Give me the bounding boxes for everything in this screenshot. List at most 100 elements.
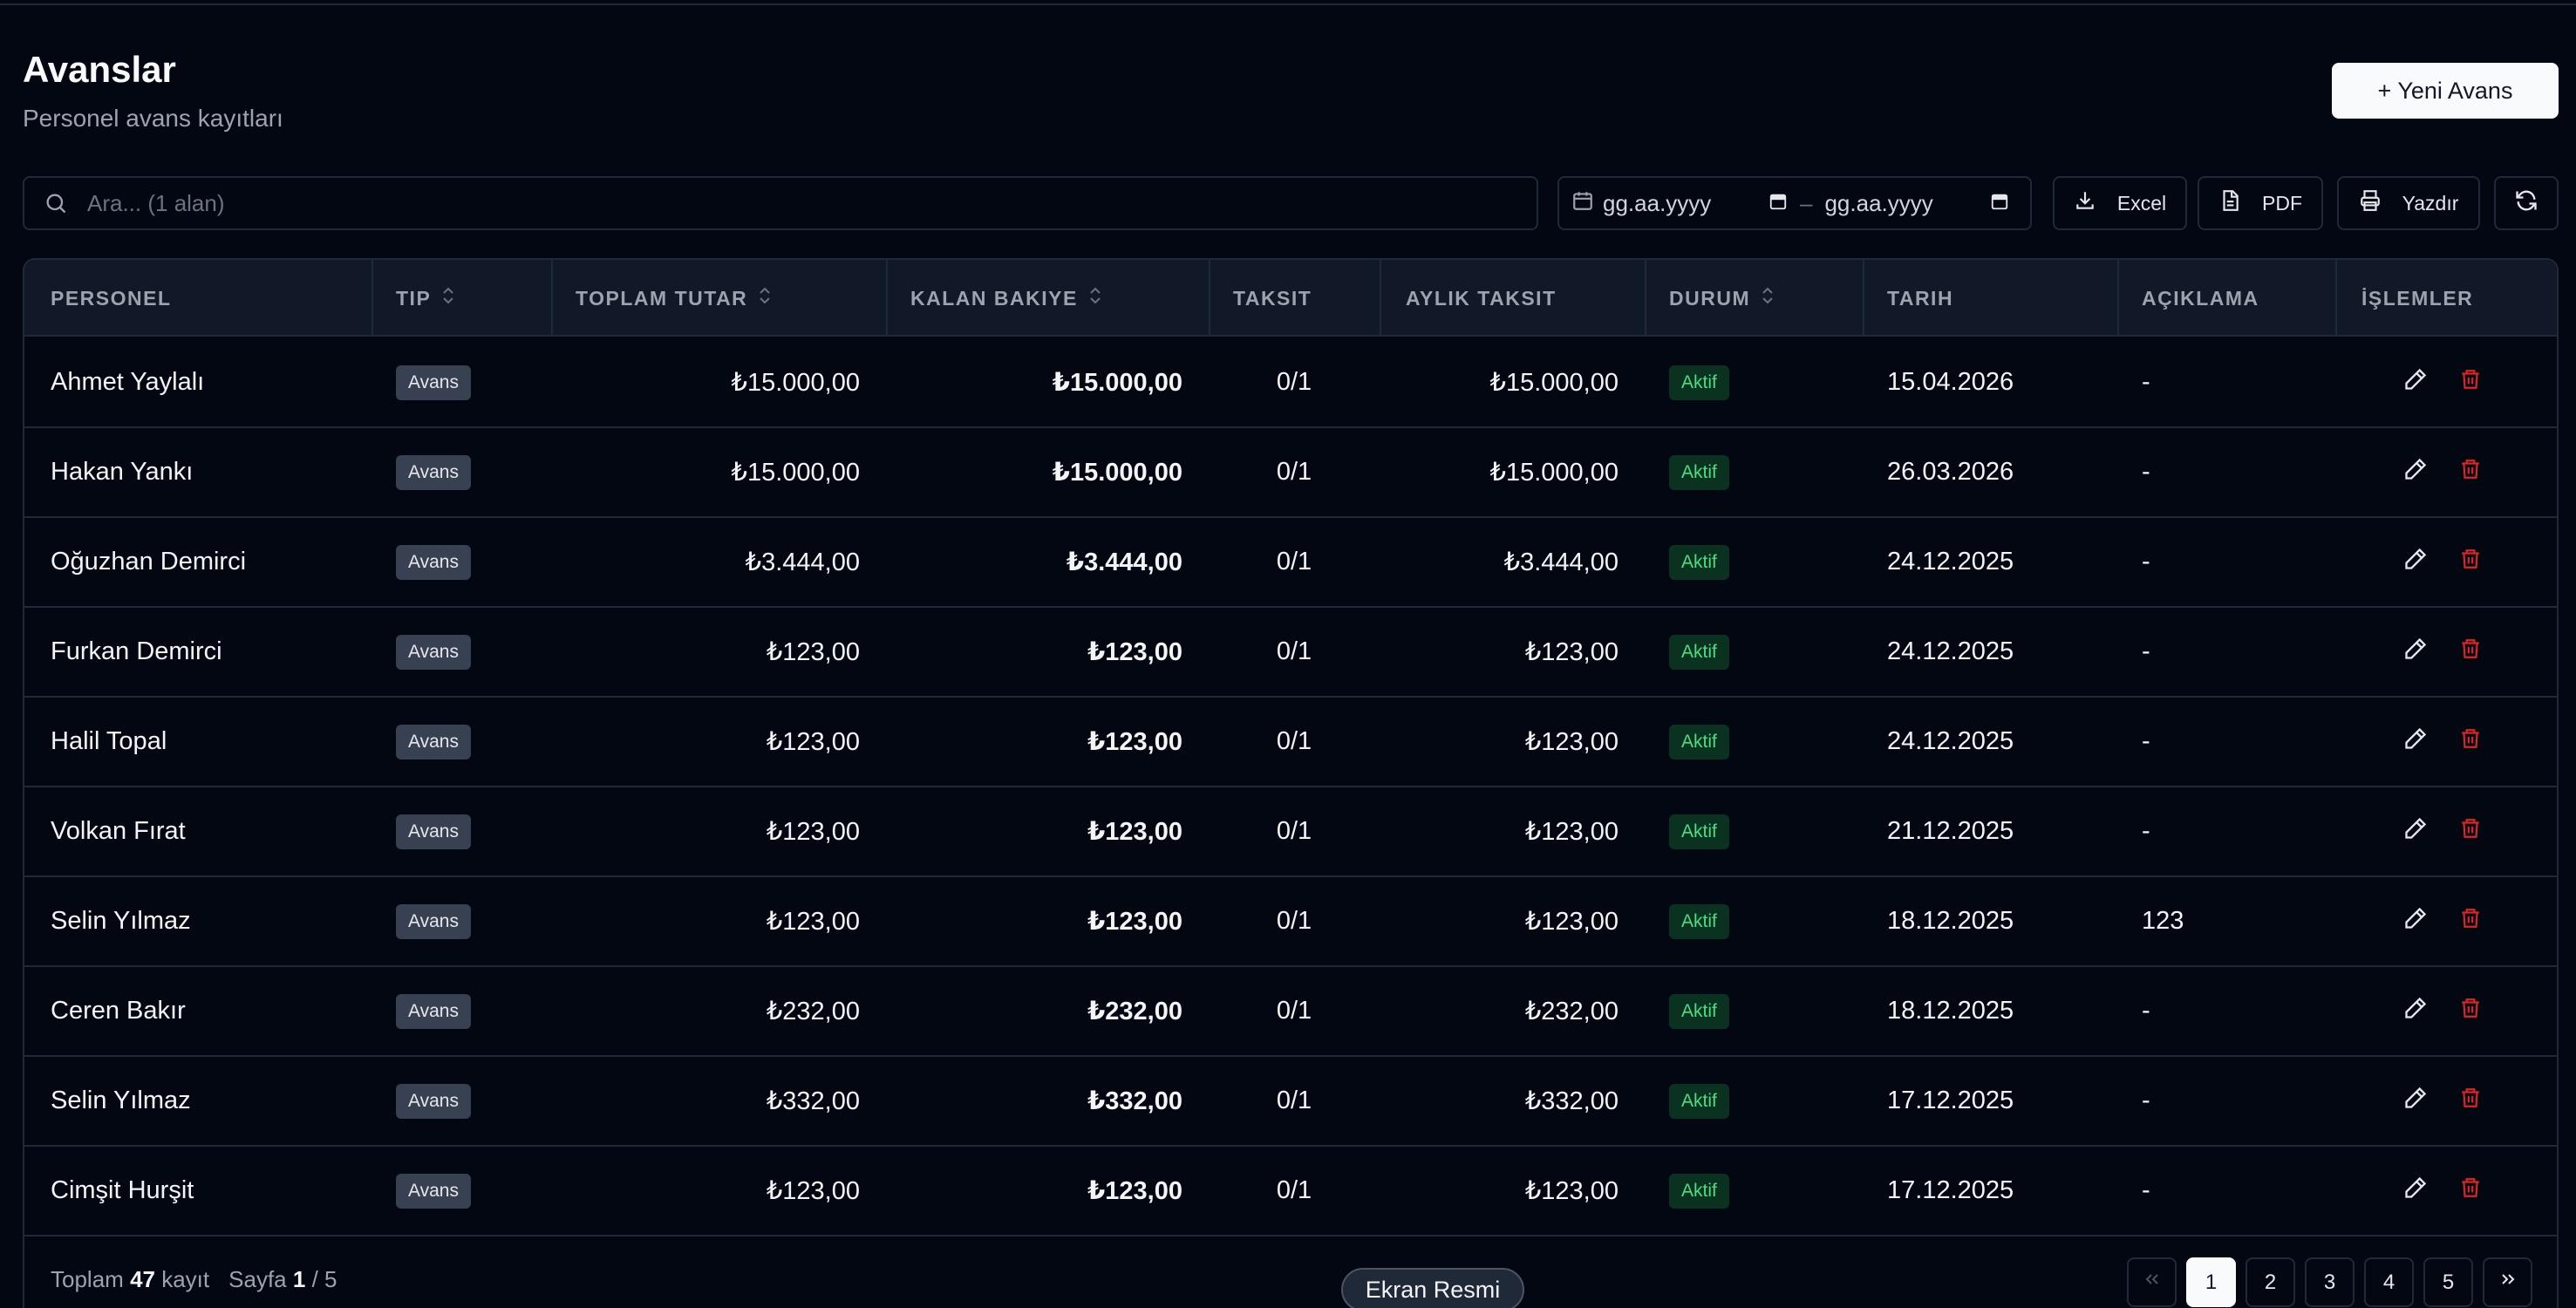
trash-icon[interactable] <box>2459 816 2482 848</box>
advances-table: PERSONEL TIP TOPLAM TUTAR KALAN BAKIYE T… <box>23 258 2559 1308</box>
print-button[interactable]: Yazdır <box>2337 176 2480 230</box>
screenshot-button[interactable]: Ekran Resmi <box>1341 1268 1524 1308</box>
tarih-cell: 24.12.2025 <box>1887 727 2014 755</box>
tip-cell: Avans <box>396 338 535 426</box>
aciklama-cell: - <box>2142 548 2150 576</box>
sort-icon[interactable] <box>1088 285 1102 311</box>
pencil-icon[interactable] <box>2403 367 2428 399</box>
record-summary: Toplam 47 kayıt Sayfa 1 / 5 <box>51 1266 337 1292</box>
aylik-taksit-cell: ₺15.000,00 <box>1489 459 1619 487</box>
pencil-icon[interactable] <box>2403 1086 2428 1117</box>
aylik-taksit-cell: ₺332,00 <box>1524 1087 1619 1115</box>
kalan-bakiye-cell: ₺123,00 <box>1087 728 1182 756</box>
pencil-icon[interactable] <box>2403 726 2428 758</box>
table-row: Volkan Fırat Avans ₺123,00 ₺123,00 0/1 ₺123,0… <box>24 787 2557 877</box>
table-footer: Toplam 47 kayıt Sayfa 1 / 5 1 2 3 4 5 <box>24 1233 2557 1308</box>
trash-icon[interactable] <box>2459 637 2482 668</box>
aylik-taksit-cell: ₺123,00 <box>1524 1177 1619 1205</box>
search-input[interactable] <box>87 189 1537 217</box>
table-header: PERSONEL TIP TOPLAM TUTAR KALAN BAKIYE T… <box>24 260 2557 337</box>
column-header-kalan-bakiye[interactable]: KALAN BAKIYE <box>910 260 1102 337</box>
trash-icon[interactable] <box>2459 726 2482 758</box>
durum-cell: Aktif <box>1669 877 1843 965</box>
trash-icon[interactable] <box>2459 367 2482 399</box>
column-header-tip[interactable]: TIP <box>396 260 455 337</box>
tip-cell: Avans <box>396 608 535 696</box>
trash-icon[interactable] <box>2459 547 2482 578</box>
toplam-tutar-cell: ₺123,00 <box>766 818 860 846</box>
toplam-tutar-cell: ₺332,00 <box>766 1087 860 1115</box>
type-badge: Avans <box>396 544 471 580</box>
aciklama-cell: - <box>2142 997 2150 1025</box>
excel-export-button[interactable]: Excel <box>2053 176 2187 230</box>
tarih-cell: 17.12.2025 <box>1887 1176 2014 1204</box>
actions-cell <box>2403 1147 2543 1235</box>
durum-cell: Aktif <box>1669 698 1843 786</box>
aylik-taksit-cell: ₺3.444,00 <box>1503 548 1619 576</box>
kalan-bakiye-cell: ₺123,00 <box>1087 908 1182 936</box>
tip-cell: Avans <box>396 698 535 786</box>
durum-cell: Aktif <box>1669 1057 1843 1145</box>
pdf-export-button[interactable]: PDF <box>2198 176 2323 230</box>
personel-cell: Ceren Bakır <box>51 997 186 1025</box>
tarih-cell: 21.12.2025 <box>1887 817 2014 845</box>
search-box <box>23 176 1538 230</box>
table-row: Oğuzhan Demirci Avans ₺3.444,00 ₺3.444,00 0/… <box>24 518 2557 608</box>
column-divider <box>1380 260 1381 337</box>
page-button-3[interactable]: 3 <box>2305 1257 2355 1307</box>
date-picker-icon[interactable] <box>1990 190 2009 217</box>
pencil-icon[interactable] <box>2403 637 2428 668</box>
refresh-button[interactable] <box>2494 176 2559 230</box>
taksit-cell: 0/1 <box>1276 997 1312 1025</box>
sort-icon[interactable] <box>1761 285 1775 311</box>
date-separator: – <box>1800 189 1813 216</box>
status-badge: Aktif <box>1669 724 1729 760</box>
sort-icon[interactable] <box>758 285 772 311</box>
page-button-2[interactable]: 2 <box>2245 1257 2295 1307</box>
search-icon <box>24 191 87 215</box>
table-row: Furkan Demirci Avans ₺123,00 ₺123,00 0/1 ₺123… <box>24 608 2557 698</box>
column-header-toplam-tutar[interactable]: TOPLAM TUTAR <box>576 260 772 337</box>
pencil-icon[interactable] <box>2403 996 2428 1027</box>
pencil-icon[interactable] <box>2403 906 2428 937</box>
taksit-cell: 0/1 <box>1276 548 1312 576</box>
page-button-5[interactable]: 5 <box>2423 1257 2473 1307</box>
taksit-cell: 0/1 <box>1276 637 1312 665</box>
kalan-bakiye-cell: ₺123,00 <box>1087 1177 1182 1205</box>
tarih-cell: 24.12.2025 <box>1887 548 2014 576</box>
page-button-4[interactable]: 4 <box>2364 1257 2414 1307</box>
aciklama-cell: - <box>2142 727 2150 755</box>
pencil-icon[interactable] <box>2403 547 2428 578</box>
column-header-durum[interactable]: DURUM <box>1669 260 1775 337</box>
trash-icon[interactable] <box>2459 996 2482 1027</box>
column-header-taksit: TAKSIT <box>1233 286 1312 310</box>
date-picker-icon[interactable] <box>1768 190 1788 217</box>
kalan-bakiye-cell: ₺332,00 <box>1087 1087 1182 1115</box>
refresh-icon <box>2514 188 2539 218</box>
tip-cell: Avans <box>396 428 535 516</box>
taksit-cell: 0/1 <box>1276 907 1312 935</box>
new-advance-button[interactable]: + Yeni Avans <box>2332 63 2559 119</box>
pencil-icon[interactable] <box>2403 816 2428 848</box>
aylik-taksit-cell: ₺15.000,00 <box>1489 369 1619 397</box>
page-button-1[interactable]: 1 <box>2186 1257 2236 1307</box>
trash-icon[interactable] <box>2459 457 2482 488</box>
pencil-icon[interactable] <box>2403 457 2428 488</box>
tip-cell: Avans <box>396 877 535 965</box>
actions-cell <box>2403 518 2543 606</box>
actions-cell <box>2403 967 2543 1055</box>
type-badge: Avans <box>396 364 471 400</box>
file-text-icon <box>2218 189 2241 217</box>
date-to-input[interactable]: gg.aa.yyyy <box>1824 190 2009 217</box>
status-badge: Aktif <box>1669 993 1729 1029</box>
first-page-button[interactable] <box>2127 1257 2177 1307</box>
date-from-input[interactable]: gg.aa.yyyy <box>1603 190 1788 217</box>
sort-icon[interactable] <box>441 285 455 311</box>
last-page-button[interactable] <box>2483 1257 2532 1307</box>
trash-icon[interactable] <box>2459 906 2482 937</box>
trash-icon[interactable] <box>2459 1175 2482 1207</box>
pencil-icon[interactable] <box>2403 1175 2428 1207</box>
trash-icon[interactable] <box>2459 1086 2482 1117</box>
status-badge: Aktif <box>1669 1173 1729 1209</box>
tarih-cell: 18.12.2025 <box>1887 907 2014 935</box>
